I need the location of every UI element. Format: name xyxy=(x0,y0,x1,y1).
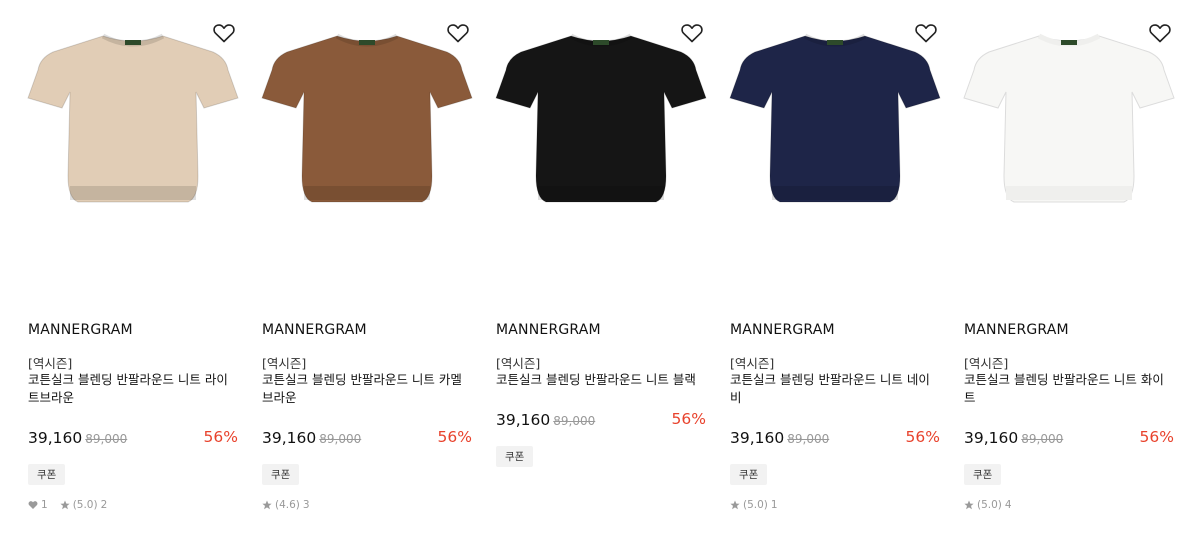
product-name[interactable]: 코튼실크 블렌딩 반팔라운드 니트 카멜브라운 xyxy=(262,371,472,407)
sale-price: 39,160 xyxy=(730,429,785,447)
review-count: 3 xyxy=(302,499,310,511)
heart-outline-icon[interactable] xyxy=(1148,21,1172,45)
coupon-badge: 쿠폰 xyxy=(262,464,300,485)
coupon-badge: 쿠폰 xyxy=(496,446,534,467)
coupon-badge: 쿠폰 xyxy=(964,464,1002,485)
product-name[interactable]: 코튼실크 블렌딩 반팔라운드 니트 라이트브라운 xyxy=(28,371,238,407)
like-count: 1 xyxy=(41,499,48,511)
product-name[interactable]: 코튼실크 블렌딩 반팔라운드 니트 네이비 xyxy=(730,371,940,407)
sale-price: 39,160 xyxy=(28,429,83,447)
star-icon xyxy=(262,500,272,510)
price-row: 39,160 89,000 56% xyxy=(28,428,238,448)
sale-price: 39,160 xyxy=(964,429,1019,447)
coupon-badge: 쿠폰 xyxy=(28,464,66,485)
star-icon xyxy=(964,500,974,510)
price-row: 39,160 89,000 56% xyxy=(730,428,940,448)
discount-rate: 56% xyxy=(1139,428,1174,446)
product-category: [역시즌] xyxy=(730,356,775,371)
original-price: 89,000 xyxy=(85,432,128,446)
sale-price: 39,160 xyxy=(496,411,551,429)
rating: (5.0) xyxy=(977,499,1002,511)
original-price: 89,000 xyxy=(319,432,362,446)
product-grid: MANNERGRAM [역시즌] 코튼실크 블렌딩 반팔라운드 니트 라이트브라… xyxy=(0,0,1197,543)
product-meta: (5.0) 4 xyxy=(964,499,1012,511)
product-meta: 1 (5.0) 2 xyxy=(28,499,107,511)
original-price: 89,000 xyxy=(787,432,830,446)
brand-name[interactable]: MANNERGRAM xyxy=(730,322,835,338)
product-card[interactable]: MANNERGRAM [역시즌] 코튼실크 블렌딩 반팔라운드 니트 화이트 3… xyxy=(963,0,1186,543)
product-meta: (4.6) 3 xyxy=(262,499,310,511)
coupon-badge: 쿠폰 xyxy=(730,464,768,485)
brand-name[interactable]: MANNERGRAM xyxy=(28,322,133,338)
review-count: 2 xyxy=(100,499,108,511)
rating: (5.0) xyxy=(743,499,768,511)
product-card[interactable]: MANNERGRAM [역시즌] 코튼실크 블렌딩 반팔라운드 니트 카멜브라운… xyxy=(261,0,484,543)
price-row: 39,160 89,000 56% xyxy=(964,428,1174,448)
review-count: 4 xyxy=(1004,499,1012,511)
heart-outline-icon[interactable] xyxy=(680,21,704,45)
discount-rate: 56% xyxy=(905,428,940,446)
product-card[interactable]: MANNERGRAM [역시즌] 코튼실크 블렌딩 반팔라운드 니트 네이비 3… xyxy=(729,0,952,543)
rating: (4.6) xyxy=(275,499,300,511)
discount-rate: 56% xyxy=(437,428,472,446)
heart-outline-icon[interactable] xyxy=(446,21,470,45)
product-category: [역시즌] xyxy=(964,356,1009,371)
sale-price: 39,160 xyxy=(262,429,317,447)
product-category: [역시즌] xyxy=(496,356,541,371)
heart-outline-icon[interactable] xyxy=(212,21,236,45)
product-card[interactable]: MANNERGRAM [역시즌] 코튼실크 블렌딩 반팔라운드 니트 라이트브라… xyxy=(27,0,250,543)
product-name[interactable]: 코튼실크 블렌딩 반팔라운드 니트 화이트 xyxy=(964,371,1174,407)
product-category: [역시즌] xyxy=(28,356,73,371)
original-price: 89,000 xyxy=(1021,432,1064,446)
original-price: 89,000 xyxy=(553,414,596,428)
heart-outline-icon[interactable] xyxy=(914,21,938,45)
product-card[interactable]: MANNERGRAM [역시즌] 코튼실크 블렌딩 반팔라운드 니트 블랙 39… xyxy=(495,0,718,543)
brand-name[interactable]: MANNERGRAM xyxy=(964,322,1069,338)
product-meta: (5.0) 1 xyxy=(730,499,778,511)
star-icon xyxy=(60,500,70,510)
discount-rate: 56% xyxy=(671,410,706,428)
heart-icon xyxy=(28,501,38,509)
review-count: 1 xyxy=(770,499,778,511)
discount-rate: 56% xyxy=(203,428,238,446)
product-category: [역시즌] xyxy=(262,356,307,371)
rating: (5.0) xyxy=(72,499,98,511)
price-row: 39,160 89,000 56% xyxy=(496,410,706,430)
price-row: 39,160 89,000 56% xyxy=(262,428,472,448)
star-icon xyxy=(730,500,740,510)
brand-name[interactable]: MANNERGRAM xyxy=(262,322,367,338)
product-name[interactable]: 코튼실크 블렌딩 반팔라운드 니트 블랙 xyxy=(496,371,706,389)
brand-name[interactable]: MANNERGRAM xyxy=(496,322,601,338)
